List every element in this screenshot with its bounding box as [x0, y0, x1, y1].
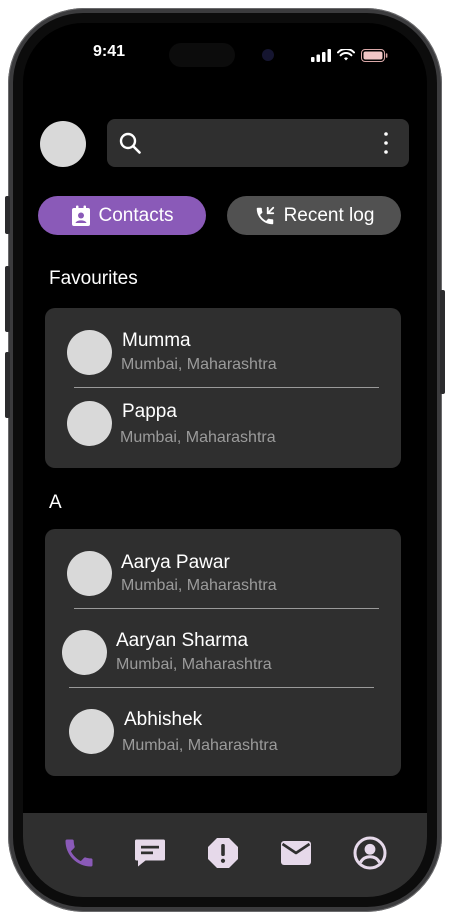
tab-recent-log[interactable]: Recent log — [227, 196, 401, 235]
action-button — [5, 196, 10, 234]
contact-avatar — [67, 551, 112, 596]
contact-location: Mumbai, Maharashtra — [120, 429, 276, 446]
contact-row-aaryan-sharma[interactable]: Aaryan Sharma Mumbai, Maharashtra — [45, 609, 401, 688]
search-bar[interactable] — [107, 119, 409, 167]
contact-name: Aaryan Sharma — [116, 630, 249, 651]
contact-name: Pappa — [122, 401, 177, 422]
account-icon[interactable] — [352, 835, 388, 871]
contact-avatar — [69, 709, 114, 754]
battery-icon — [361, 48, 388, 62]
contact-name: Aarya Pawar — [121, 552, 230, 573]
search-icon[interactable] — [119, 132, 141, 154]
phone-callback-icon — [256, 206, 274, 224]
section-title-a: A — [49, 492, 62, 513]
tab-contacts[interactable]: Contacts — [38, 196, 206, 235]
tab-recent-log-label: Recent log — [283, 204, 375, 226]
volume-up-button — [5, 266, 10, 332]
contact-row-mumma[interactable]: Mumma Mumbai, Maharashtra — [45, 308, 401, 388]
bottom-nav — [23, 813, 427, 897]
contact-location: Mumbai, Maharashtra — [121, 356, 277, 373]
phone-icon[interactable] — [61, 835, 97, 871]
section-title-favourites: Favourites — [49, 268, 138, 289]
contact-avatar — [62, 630, 107, 675]
contact-location: Mumbai, Maharashtra — [116, 656, 272, 673]
status-time: 9:41 — [92, 43, 126, 60]
signal-icon — [311, 48, 331, 62]
contact-name: Abhishek — [124, 709, 203, 730]
contacts-book-icon — [71, 205, 90, 226]
favourites-card: Mumma Mumbai, Maharashtra Pappa Mumbai, … — [45, 308, 401, 468]
more-vertical-icon[interactable] — [383, 131, 389, 155]
contact-location: Mumbai, Maharashtra — [122, 737, 278, 754]
mail-icon[interactable] — [278, 835, 314, 871]
contact-row-aarya-pawar[interactable]: Aarya Pawar Mumbai, Maharashtra — [45, 529, 401, 609]
alert-icon[interactable] — [205, 835, 241, 871]
wifi-icon — [337, 48, 355, 60]
message-icon[interactable] — [132, 835, 168, 871]
contact-name: Mumma — [122, 330, 191, 351]
contact-row-abhishek[interactable]: Abhishek Mumbai, Maharashtra — [45, 688, 401, 776]
screen: 9:41 Contacts Recent log Favourites Mumm… — [23, 23, 427, 897]
profile-avatar[interactable] — [40, 121, 86, 167]
dynamic-island — [169, 43, 235, 67]
camera — [262, 49, 274, 61]
tab-contacts-label: Contacts — [98, 204, 174, 226]
power-button — [440, 290, 445, 394]
status-icons — [311, 47, 388, 63]
volume-down-button — [5, 352, 10, 418]
contact-location: Mumbai, Maharashtra — [121, 577, 277, 594]
contact-row-pappa[interactable]: Pappa Mumbai, Maharashtra — [45, 388, 401, 468]
contacts-a-card: Aarya Pawar Mumbai, Maharashtra Aaryan S… — [45, 529, 401, 776]
contact-avatar — [67, 401, 112, 446]
contact-avatar — [67, 330, 112, 375]
